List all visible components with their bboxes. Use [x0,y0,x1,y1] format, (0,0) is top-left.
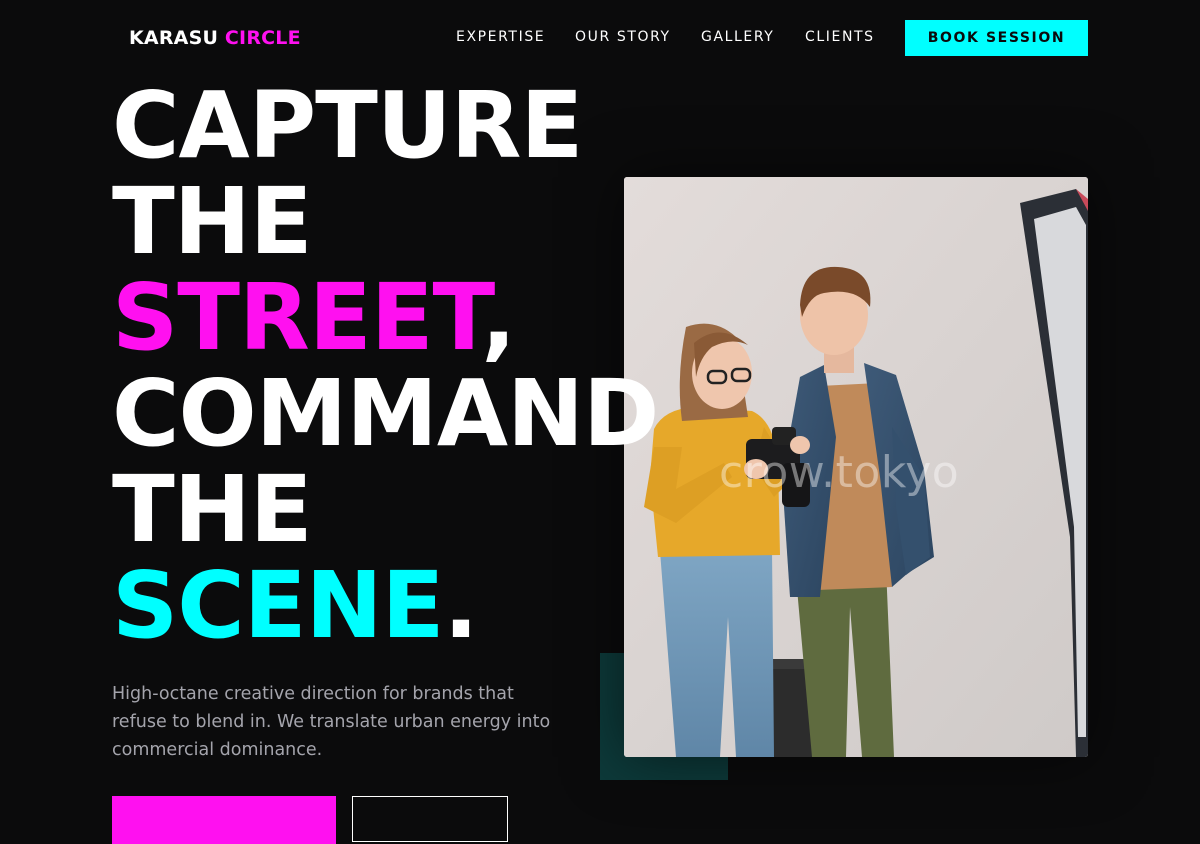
logo-word-accent: CIRCLE [224,27,301,49]
brand-logo[interactable]: KARASU CIRCLE [129,26,301,50]
hero-headline: CAPTURE THE STREET, COMMAND THE SCENE. [112,72,659,654]
headline-line-capture: CAPTURE [112,72,583,179]
top-navigation: KARASU CIRCLE EXPERTISE OUR STORY GALLER… [0,0,1200,76]
headline-period: . [443,552,478,659]
secondary-cta-button[interactable] [352,796,508,842]
headline-line-the-2: THE [112,456,313,563]
book-session-button[interactable]: BOOK SESSION [905,20,1088,56]
nav-link-clients[interactable]: CLIENTS [805,28,875,46]
headline-accent-street: STREET [112,264,482,371]
headline-line-command: COMMAND [112,360,659,467]
nav-link-expertise[interactable]: EXPERTISE [456,28,545,46]
primary-cta-button[interactable] [112,796,336,844]
nav-link-gallery[interactable]: GALLERY [701,28,774,46]
photo-watermark: crow.tokyo [719,447,960,498]
logo-word-primary: KARASU [129,27,219,49]
hero-photo: crow.tokyo [624,177,1088,757]
headline-comma: , [481,264,516,371]
nav-link-our-story[interactable]: OUR STORY [575,28,671,46]
headline-accent-scene: SCENE [112,552,444,659]
hero-subcopy: High-octane creative direction for brand… [112,684,551,760]
headline-line-the-1: THE [112,168,313,275]
